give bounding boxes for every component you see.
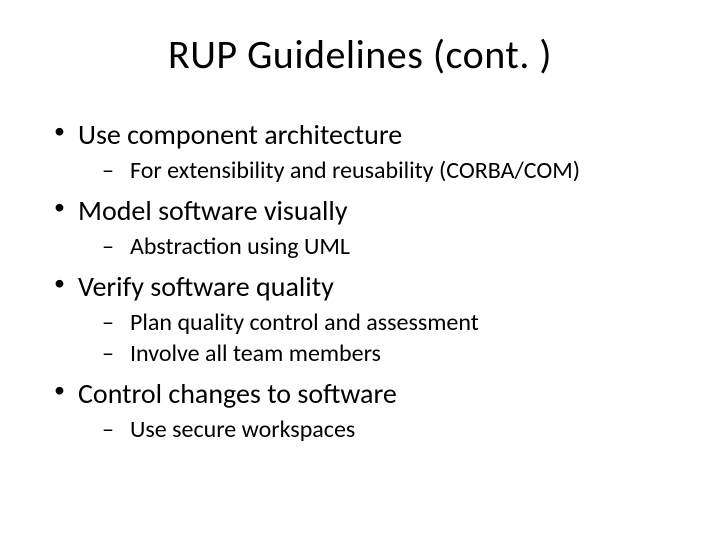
bullet-level-2: Abstraction using UML bbox=[50, 232, 680, 261]
bullet-level-2: Plan quality control and assessment bbox=[50, 308, 680, 337]
bullet-level-1: Verify software quality bbox=[50, 269, 680, 304]
bullet-level-1: Control changes to software bbox=[50, 376, 680, 411]
bullet-level-1: Use component architecture bbox=[50, 117, 680, 152]
bullet-level-1: Model software visually bbox=[50, 193, 680, 228]
slide-title: RUP Guidelines (cont. ) bbox=[40, 30, 680, 79]
bullet-level-2: For extensibility and reusability (CORBA… bbox=[50, 156, 680, 185]
bullet-level-2: Use secure workspaces bbox=[50, 415, 680, 444]
bullet-level-2: Involve all team members bbox=[50, 339, 680, 368]
slide-content: Use component architecture For extensibi… bbox=[40, 117, 680, 444]
